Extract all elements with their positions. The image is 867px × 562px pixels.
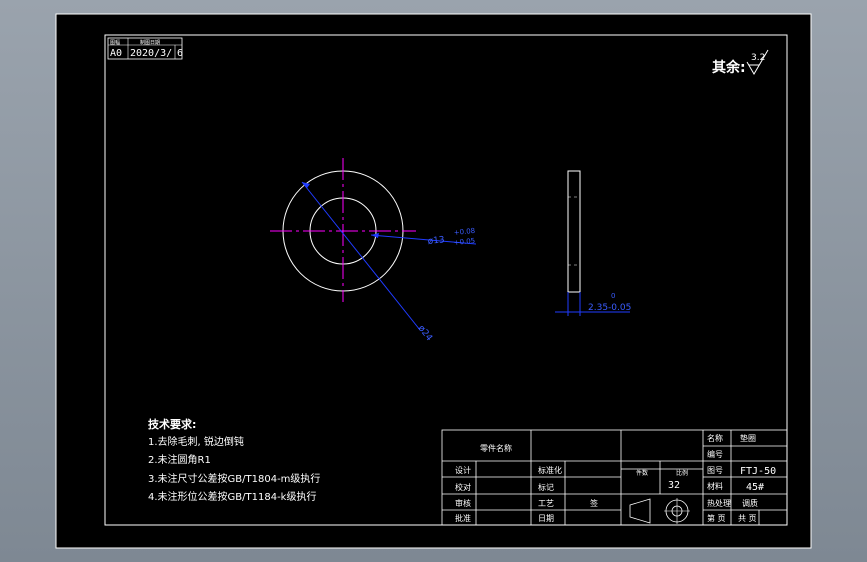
sheet-size: A0	[110, 48, 122, 59]
designer-label: 设计	[455, 465, 471, 475]
standardize-label: 标准化	[538, 465, 562, 475]
treatment-value: 调质	[742, 498, 758, 508]
tech-note-item: 3.未注尺寸公差按GB/T1804-m级执行	[148, 472, 320, 485]
date-label: 日期	[538, 514, 554, 523]
paper-sheet	[55, 13, 812, 549]
checker-label: 校对	[455, 482, 471, 492]
drawing-date: 2020/3/	[130, 48, 172, 59]
mark-label: 标记	[538, 482, 554, 492]
roughness-label: 其余:	[712, 59, 746, 76]
total-label: 共 页	[738, 514, 757, 523]
thickness-dim: 2.35-0.05	[588, 303, 631, 313]
drawing-no: FTJ-50	[740, 466, 776, 477]
material-label: 材料	[707, 481, 723, 491]
tech-note-item: 4.未注形位公差按GB/T1184-k级执行	[148, 490, 316, 503]
qty-label: 件数	[636, 469, 648, 477]
code-label: 编号	[707, 449, 723, 459]
thickness-upper: 0	[611, 292, 615, 300]
tech-note-item: 2.未注圆角R1	[148, 453, 211, 466]
sign-mark: 签	[590, 498, 598, 508]
drawing-canvas: 图幅 制图日期 A0 2020/3/ 6 其余: 3.2 ø13 +0.08 +…	[55, 13, 812, 549]
scale-label: 比例	[676, 469, 688, 477]
header-label-b: 制图日期	[140, 39, 160, 46]
roughness-value: 3.2	[751, 53, 765, 63]
header-label-a: 图幅	[110, 39, 120, 46]
drawing-page: 6	[177, 48, 183, 59]
tech-notes-title: 技术要求:	[148, 417, 196, 431]
reviewer-label: 审核	[455, 498, 471, 508]
treatment-label: 热处理	[707, 498, 731, 508]
approver-label: 批准	[455, 513, 471, 523]
drawing-no-label: 图号	[707, 466, 723, 475]
process-label: 工艺	[538, 499, 554, 508]
name-label: 名称	[707, 433, 723, 443]
name-value: 垫圈	[740, 433, 756, 443]
material-value: 45#	[746, 482, 764, 493]
scale-value: 32	[668, 480, 680, 491]
tech-note-item: 1.去除毛刺, 锐边倒钝	[148, 435, 244, 448]
part-name-label: 零件名称	[480, 443, 512, 453]
inner-diameter-dim: ø13	[427, 235, 445, 247]
sheet-label: 第 页	[707, 513, 726, 523]
